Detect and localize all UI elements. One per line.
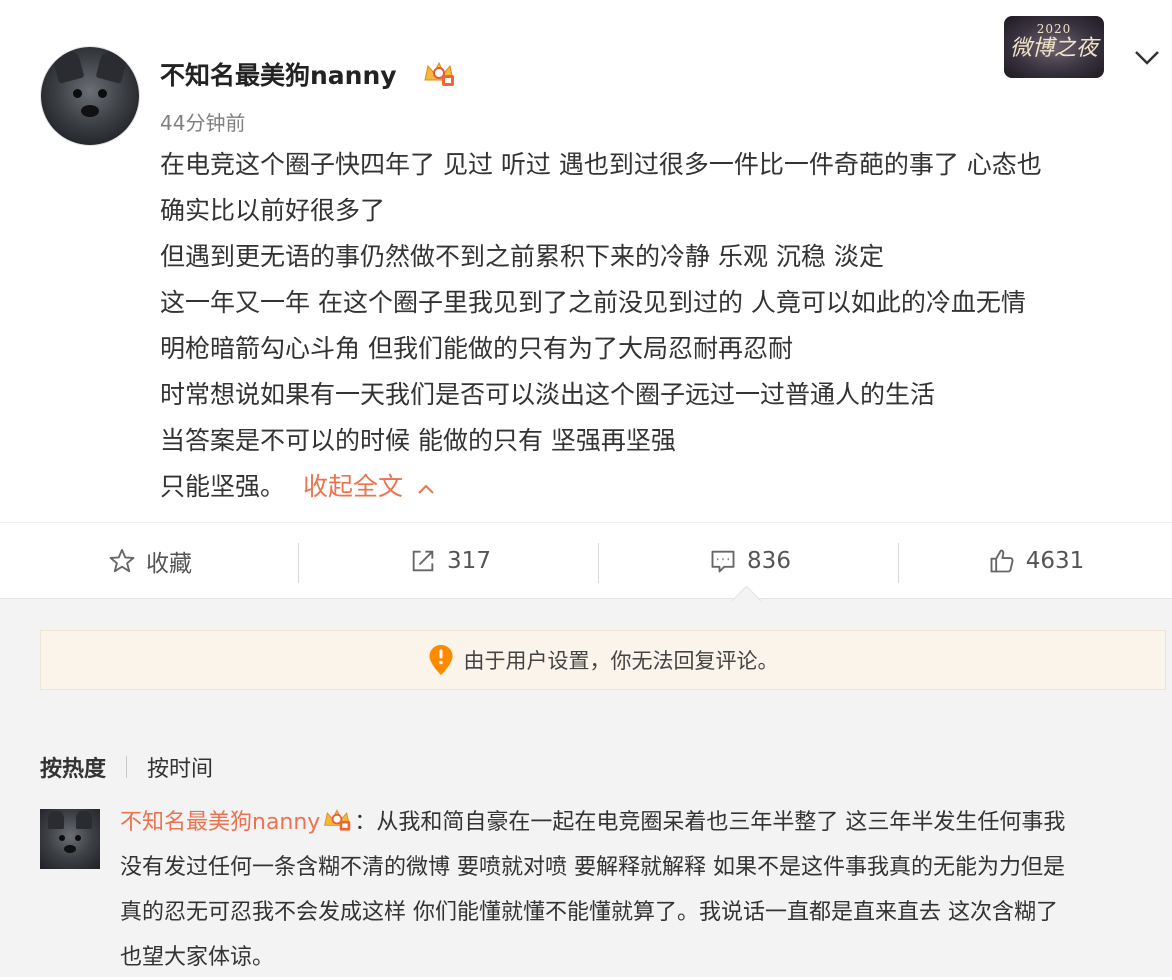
comment-line: 真的忍无可忍我不会发成这样 你们能懂就懂不能懂就算了。我说话一直都是直来直去 这…	[120, 900, 1058, 925]
post-line: 这一年又一年 在这个圈子里我见到了之前没见到过的 人竟可以如此的冷血无情	[160, 288, 1026, 317]
comment-first-line: 不知名最美狗nanny ：从我和简自豪在一起在电竞圈呆着也三年半整了 这三年半发…	[120, 800, 1160, 845]
action-bar: 收藏 317 836 4631	[0, 522, 1172, 599]
post-line: 在电竞这个圈子快四年了 见过 听过 遇也到过很多一件比一件奇葩的事了 心态也	[160, 150, 1042, 179]
post-line: 时常想说如果有一天我们是否可以淡出这个圈子远过一过普通人的生活	[160, 380, 936, 409]
comment-line: 没有发过任何一条含糊不清的微博 要喷就对喷 要解释就解释 如果不是这件事我真的无…	[120, 855, 1065, 880]
favorite-button[interactable]: 收藏	[0, 523, 300, 599]
vip-crown-icon[interactable]	[422, 60, 456, 88]
sort-divider	[126, 756, 128, 778]
thumbs-up-icon	[990, 549, 1014, 573]
weibo-post: 不知名最美狗nanny 44分钟前 2020 微博之夜 在电竞这个圈子快四年了 …	[0, 0, 1172, 522]
comment-button[interactable]: 836	[600, 523, 900, 599]
star-icon	[109, 548, 135, 573]
comment-username[interactable]: 不知名最美狗nanny	[120, 810, 320, 835]
sort-by-time-tab[interactable]: 按时间	[147, 751, 213, 783]
like-button[interactable]: 4631	[900, 523, 1172, 599]
comment-icon	[711, 550, 735, 573]
comment-colon: ：	[354, 810, 377, 835]
sort-by-hot-tab[interactable]: 按热度	[40, 751, 106, 783]
collapse-link[interactable]: 收起全文	[303, 472, 435, 501]
repost-count: 317	[447, 548, 491, 574]
post-last-text: 只能坚强。	[160, 472, 286, 501]
comment-line: 也望大家体谅。	[120, 945, 275, 970]
warning-pin-icon	[429, 645, 452, 675]
post-line: 确实比以前好很多了	[160, 196, 386, 225]
like-count: 4631	[1025, 548, 1085, 574]
post-timestamp[interactable]: 44分钟前	[160, 107, 245, 136]
chevron-up-icon	[417, 464, 435, 510]
reply-restricted-notice: 由于用户设置，你无法回复评论。	[40, 630, 1166, 690]
event-logo-name: 微博之夜	[1009, 36, 1098, 61]
sort-tabs: 按热度 按时间	[40, 751, 213, 783]
event-logo-year: 2020	[1036, 22, 1072, 36]
comment-count: 836	[747, 548, 791, 574]
user-avatar[interactable]	[40, 46, 140, 146]
comment-avatar[interactable]	[40, 809, 100, 869]
notice-text: 由于用户设置，你无法回复评论。	[463, 649, 779, 673]
chevron-down-icon[interactable]	[1132, 46, 1162, 68]
repost-button[interactable]: 317	[300, 523, 600, 599]
event-logo: 2020 微博之夜	[1004, 16, 1104, 78]
comment-text: 从我和简自豪在一起在电竞圈呆着也三年半整了 这三年半发生任何事我	[376, 810, 1066, 835]
post-line: 当答案是不可以的时候 能做的只有 坚强再坚强	[160, 426, 676, 455]
comment-item: 不知名最美狗nanny ：从我和简自豪在一起在电竞圈呆着也三年半整了 这三年半发…	[120, 800, 1160, 980]
vip-crown-icon	[324, 809, 351, 831]
post-line: 但遇到更无语的事仍然做不到之前累积下来的冷静 乐观 沉稳 淡定	[160, 242, 884, 271]
favorite-label: 收藏	[146, 551, 192, 577]
post-last-line: 只能坚强。 收起全文	[160, 464, 1160, 510]
post-content: 在电竞这个圈子快四年了 见过 听过 遇也到过很多一件比一件奇葩的事了 心态也 确…	[160, 142, 1160, 510]
post-username[interactable]: 不知名最美狗nanny	[160, 56, 397, 92]
collapse-label: 收起全文	[303, 472, 404, 501]
share-icon	[412, 550, 434, 572]
post-line: 明枪暗箭勾心斗角 但我们能做的只有为了大局忍耐再忍耐	[160, 334, 793, 363]
